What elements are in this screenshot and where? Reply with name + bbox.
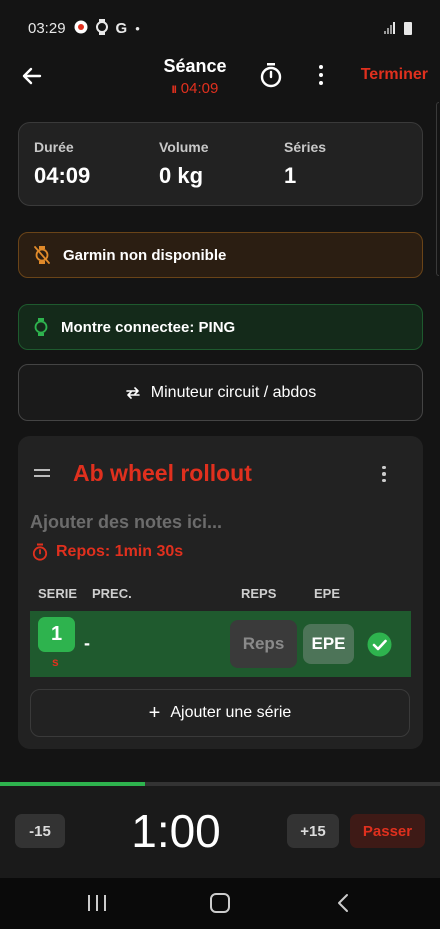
stopwatch-icon xyxy=(260,63,282,88)
rest-setting-label: Repos: 1min 30s xyxy=(56,543,184,560)
dot-icon: • xyxy=(135,20,140,36)
circuit-timer-button[interactable]: Minuteur circuit / abdos xyxy=(18,364,423,421)
nav-back-icon[interactable] xyxy=(336,893,350,913)
more-dot-icon xyxy=(382,465,386,470)
status-time: 03:29 xyxy=(28,19,66,37)
minus-15-button[interactable]: -15 xyxy=(15,814,65,848)
google-icon: G xyxy=(115,19,128,37)
recents-bar-icon xyxy=(88,895,90,911)
recents-button[interactable] xyxy=(88,895,106,911)
add-set-button[interactable]: + Ajouter une série xyxy=(30,689,410,737)
finish-button[interactable]: Terminer xyxy=(361,66,428,84)
stopwatch-button[interactable] xyxy=(258,62,284,88)
more-dot-icon xyxy=(319,65,323,69)
epe-input[interactable]: EPE xyxy=(303,624,354,664)
exercise-notes-input[interactable]: Ajouter des notes ici... xyxy=(30,512,222,533)
side-edge-panel-handle[interactable] xyxy=(436,102,439,276)
session-timer: II 04:09 xyxy=(150,80,240,97)
circuit-timer-label: Minuteur circuit / abdos xyxy=(150,383,317,401)
stat-volume: Volume 0 kg xyxy=(159,139,209,189)
recents-bar-icon xyxy=(104,895,106,911)
watch-icon xyxy=(95,18,108,38)
more-options-button[interactable] xyxy=(310,62,332,88)
column-header-prec: PREC. xyxy=(92,586,132,601)
reps-input[interactable]: Reps xyxy=(230,620,297,668)
stat-volume-label: Volume xyxy=(159,139,209,155)
stat-series-label: Séries xyxy=(284,139,327,155)
garmin-status-banner: Garmin non disponible xyxy=(18,232,423,278)
exercise-name[interactable]: Ab wheel rollout xyxy=(73,460,252,487)
column-header-reps: REPS xyxy=(241,586,277,601)
rest-timer-value: 1:00 xyxy=(131,805,221,857)
watch-connected-text: Montre connectee: PING xyxy=(61,318,236,336)
pause-icon: II xyxy=(171,84,177,96)
signal-icon xyxy=(384,22,398,34)
app-notification-icon xyxy=(74,20,88,37)
more-dot-icon xyxy=(382,478,386,483)
set-type-label: s xyxy=(52,655,59,669)
system-nav-bar xyxy=(0,878,440,929)
exercise-card: Ab wheel rollout Ajouter des notes ici..… xyxy=(18,436,423,749)
drag-handle-icon[interactable] xyxy=(34,469,50,477)
more-dot-icon xyxy=(319,81,323,85)
top-app-bar: Séance II 04:09 Terminer xyxy=(0,56,440,100)
add-set-label: Ajouter une série xyxy=(170,704,292,721)
plus-icon: + xyxy=(148,701,161,724)
repeat-icon xyxy=(125,386,140,399)
check-circle-icon[interactable] xyxy=(367,632,392,657)
rest-progress-fill xyxy=(0,782,146,786)
stat-duration-label: Durée xyxy=(34,139,74,155)
page-title: Séance xyxy=(163,56,227,76)
garmin-status-text: Garmin non disponible xyxy=(63,246,227,264)
watch-off-icon xyxy=(34,246,50,264)
timer-icon xyxy=(32,543,48,561)
skip-rest-button[interactable]: Passer xyxy=(350,814,425,848)
watch-icon xyxy=(34,318,48,336)
plus-15-button[interactable]: +15 xyxy=(287,814,339,848)
session-timer-value: 04:09 xyxy=(180,80,219,97)
set-previous-value: - xyxy=(84,633,90,653)
column-header-serie: SERIE xyxy=(38,586,78,601)
stat-series: Séries 1 xyxy=(284,139,326,189)
watch-connected-banner: Montre connectee: PING xyxy=(18,304,423,350)
session-stats-card: Durée 04:09 Volume 0 kg Séries 1 xyxy=(18,122,423,206)
column-header-epe: EPE xyxy=(314,586,341,601)
stat-series-value: 1 xyxy=(284,163,297,188)
more-dot-icon xyxy=(319,73,323,77)
recents-bar-icon xyxy=(96,895,98,911)
stat-duration: Durée 04:09 xyxy=(34,139,90,189)
set-number-badge[interactable]: 1 xyxy=(38,617,75,652)
stat-duration-value: 04:09 xyxy=(34,163,91,188)
rest-progress-bar xyxy=(0,782,440,786)
battery-icon xyxy=(404,21,412,35)
status-bar: 03:29 G • xyxy=(0,0,440,56)
back-button[interactable] xyxy=(18,62,46,90)
rest-setting[interactable]: Repos: 1min 30s xyxy=(32,543,183,561)
set-row: 1 s - Reps EPE xyxy=(30,611,411,677)
more-dot-icon xyxy=(382,472,386,476)
home-button[interactable] xyxy=(210,893,230,913)
exercise-more-button[interactable] xyxy=(378,464,390,484)
stat-volume-value: 0 kg xyxy=(159,163,204,188)
rest-timer-panel: -15 1:00 +15 Passer xyxy=(0,782,440,878)
arrow-left-icon xyxy=(22,67,42,85)
